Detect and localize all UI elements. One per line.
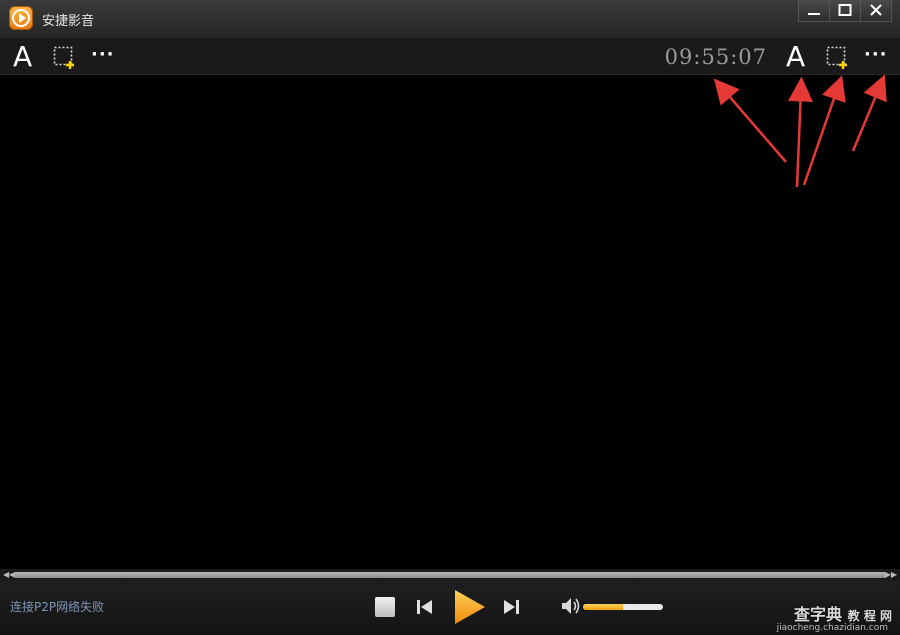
arrow-to-screenshot-button xyxy=(802,75,846,186)
progress-track[interactable] xyxy=(14,572,886,578)
arrow-to-font-button xyxy=(788,76,813,188)
play-icon xyxy=(455,590,485,624)
more-options-button-right[interactable]: ··· xyxy=(864,44,888,65)
title-bar[interactable]: 安捷影音 xyxy=(0,0,900,38)
video-area[interactable] xyxy=(0,75,900,569)
close-button[interactable] xyxy=(860,0,892,22)
forward-cap-icon: ▶▶ xyxy=(884,570,897,579)
arrow-to-more-button xyxy=(851,75,887,152)
volume-icon[interactable] xyxy=(561,597,581,615)
screenshot-icon xyxy=(826,46,847,69)
volume-level xyxy=(583,604,623,610)
progress-bar[interactable]: ◀◀ ▶▶ xyxy=(0,569,900,581)
control-bar: 连接P2P网络失败 查字典 教 程 网 jiaocheng.chazidian.… xyxy=(0,581,900,635)
screenshot-button-right[interactable] xyxy=(826,46,850,74)
next-icon[interactable] xyxy=(502,598,520,616)
play-logo-icon xyxy=(9,6,33,30)
annotation-arrows xyxy=(713,75,887,188)
watermark-logo: 查字典 教 程 网 xyxy=(794,605,892,624)
screenshot-icon xyxy=(53,46,74,69)
arrow-to-clock xyxy=(713,78,787,163)
app-title: 安捷影音 xyxy=(42,14,95,29)
watermark-url: jiaocheng.chazidian.com xyxy=(776,623,888,633)
maximize-button[interactable] xyxy=(829,0,861,22)
maximize-icon xyxy=(838,4,852,16)
window-controls xyxy=(798,0,892,22)
play-button[interactable] xyxy=(452,589,488,625)
screenshot-button[interactable] xyxy=(53,46,77,74)
more-options-button[interactable]: ··· xyxy=(91,44,115,65)
minimize-button[interactable] xyxy=(798,0,830,22)
stop-button[interactable] xyxy=(375,597,395,617)
previous-icon[interactable] xyxy=(416,598,434,616)
minimize-icon xyxy=(808,13,820,15)
font-settings-button-right[interactable]: A xyxy=(786,43,805,71)
font-settings-button[interactable]: A xyxy=(13,43,32,71)
status-text: 连接P2P网络失败 xyxy=(10,600,105,614)
clock-display: 09:55:07 xyxy=(664,45,767,69)
close-icon xyxy=(870,4,882,16)
volume-slider[interactable] xyxy=(583,604,663,610)
